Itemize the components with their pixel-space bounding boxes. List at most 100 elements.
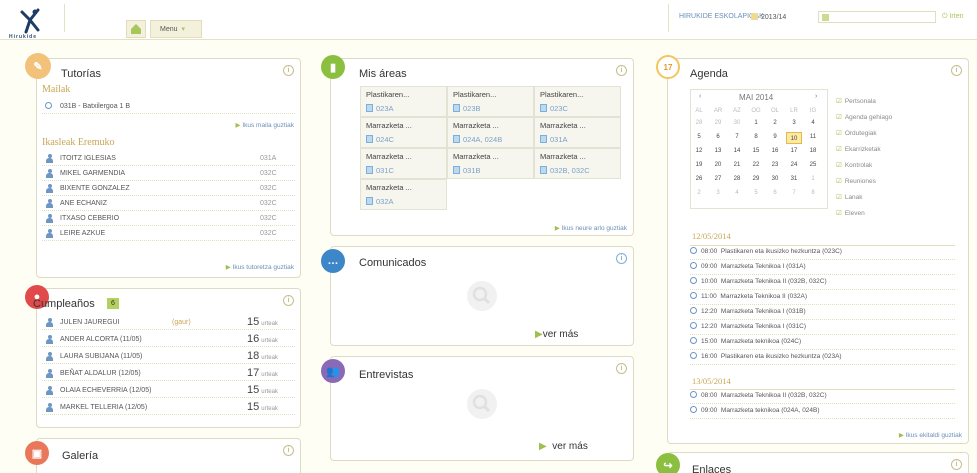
student-row[interactable]: LEIRE AZKUE 032C [42,226,295,241]
calendar-day[interactable]: 12 [693,148,705,154]
area-cell[interactable]: Marrazketa ... 024A, 024B [447,117,534,148]
calendar-day[interactable]: 5 [750,190,762,196]
next-month-button[interactable]: › [815,93,817,100]
user-selector[interactable] [818,11,936,23]
agenda-event[interactable]: 09:00 Marrazketa Teknikoa I (031A) [690,262,955,275]
student-row[interactable]: ITOITZ IGLESIAS 031A [42,151,295,166]
info-icon[interactable]: i [951,459,962,470]
calendar-day[interactable]: 26 [693,176,705,182]
area-cell[interactable]: Plastikaren... 023B [447,86,534,117]
area-cell[interactable]: Marrazketa ... 032A [360,179,447,210]
agenda-event[interactable]: 09:00 Marrazketa teknikoa (024A, 024B) [690,406,955,419]
area-cell[interactable]: Plastikaren... 023A [360,86,447,117]
birthday-row[interactable]: LAURA SUBIJANA (11/05) 18 urteak [42,349,295,364]
agenda-event[interactable]: 08:00 Plastikaren eta ikusizko hezkuntza… [690,247,955,260]
calendar-day[interactable]: 25 [807,162,819,168]
info-icon[interactable]: i [283,445,294,456]
calendar-day[interactable]: 13 [712,148,724,154]
info-icon[interactable]: i [616,253,627,264]
calendar-day[interactable]: 24 [788,162,800,168]
mailak-item[interactable]: 031B - Batxilergoa 1 B [42,99,295,114]
calendar-day[interactable]: 30 [769,176,781,182]
area-cell[interactable]: Plastikaren... 023C [534,86,621,117]
area-cell[interactable]: Marrazketa ... 032B, 032C [534,148,621,179]
calendar-day[interactable]: 1 [807,176,819,182]
area-cell[interactable]: Marrazketa ... 031B [447,148,534,179]
communications-more-link[interactable]: ▶ver más [535,329,578,340]
calendar-day[interactable]: 28 [693,120,705,126]
birthday-row[interactable]: BEÑAT ALDALUR (12/05) 17 urteak [42,366,295,381]
calendar-day[interactable]: 18 [807,148,819,154]
calendar-day[interactable]: 28 [731,176,743,182]
info-icon[interactable]: i [283,65,294,76]
birthday-row[interactable]: OLAIA ECHEVERRIA (12/05) 15 urteak [42,383,295,398]
birthday-row[interactable]: JULEN JAUREGUI (gaur) 15 urteak [42,315,295,330]
filter-checkbox[interactable]: ☑ Ekarrizketak [836,145,881,153]
calendar-day[interactable]: 3 [712,190,724,196]
see-all-events-link[interactable]: ▶ Ikus ekitaldi guztiak [899,431,962,439]
calendar-day[interactable]: 21 [731,162,743,168]
calendar-day[interactable]: 2 [693,190,705,196]
calendar-day[interactable]: 29 [712,120,724,126]
area-cell[interactable]: Marrazketa ... 024C [360,117,447,148]
calendar-day[interactable]: 29 [750,176,762,182]
area-cell[interactable]: Marrazketa ... 031C [360,148,447,179]
filter-checkbox[interactable]: ☑ Agenda gehiago [836,113,892,121]
calendar-day[interactable]: 22 [750,162,762,168]
calendar-day[interactable]: 2 [769,120,781,126]
calendar-day[interactable]: 7 [788,190,800,196]
home-button[interactable] [126,20,146,38]
menu-button[interactable]: Menu ▾ [150,20,202,38]
see-all-tutoretza-link[interactable]: ▶ Ikus tutoretza guztiak [226,263,294,271]
calendar-day[interactable]: 7 [731,134,743,140]
school-year[interactable]: 2013/14 [751,13,786,21]
filter-checkbox[interactable]: ☑ Eleven [836,209,865,217]
filter-checkbox[interactable]: ☑ Lanak [836,193,863,201]
calendar-day[interactable]: 3 [788,120,800,126]
info-icon[interactable]: i [616,65,627,76]
calendar-day-selected[interactable]: 10 [786,132,802,144]
agenda-event[interactable]: 08:00 Marrazketa Teknikoa II (032B, 032C… [690,391,955,404]
filter-checkbox[interactable]: ☑ Ordutegiak [836,129,877,137]
student-row[interactable]: BIXENTE GONZALEZ 032C [42,181,295,196]
info-icon[interactable]: i [951,65,962,76]
student-row[interactable]: ANE ECHANIZ 032C [42,196,295,211]
calendar-day[interactable]: 16 [769,148,781,154]
see-all-areas-link[interactable]: ▶ Ikus neure arlo guztiak [555,224,627,232]
calendar-day[interactable]: 11 [807,134,819,140]
calendar-day[interactable]: 9 [769,134,781,140]
calendar-day[interactable]: 15 [750,148,762,154]
agenda-event[interactable]: 12:20 Marrazketa Teknikoa I (031C) [690,322,955,335]
agenda-event[interactable]: 15:00 Marrazketa teknikoa (024C) [690,337,955,350]
calendar-day[interactable]: 14 [731,148,743,154]
calendar-day[interactable]: 4 [731,190,743,196]
calendar-day[interactable]: 5 [693,134,705,140]
calendar-day[interactable]: 20 [712,162,724,168]
interviews-more-link[interactable]: ▶ ver más [539,441,588,452]
filter-checkbox[interactable]: ☑ Kontrolak [836,161,872,169]
prev-month-button[interactable]: ‹ [699,93,701,100]
birthday-row[interactable]: MARKEL TELLERIA (12/05) 15 urteak [42,400,295,415]
calendar-day[interactable]: 4 [807,120,819,126]
calendar-day[interactable]: 31 [788,176,800,182]
agenda-event[interactable]: 12:20 Marrazketa Teknikoa I (031B) [690,307,955,320]
agenda-event[interactable]: 10:00 Marrazketa Teknikoa II (032B, 032C… [690,277,955,290]
logout-link[interactable]: ⏻ Irten [942,13,964,21]
agenda-event[interactable]: 11:00 Marrazketa Teknikoa II (032A) [690,292,955,305]
calendar-day[interactable]: 30 [731,120,743,126]
student-row[interactable]: ITXASO CEBERIO 032C [42,211,295,226]
calendar-day[interactable]: 6 [712,134,724,140]
calendar-day[interactable]: 23 [769,162,781,168]
see-all-mailak-link[interactable]: ▶ Ikus maila guztiak [236,121,294,129]
calendar-day[interactable]: 8 [750,134,762,140]
area-cell[interactable]: Marrazketa ... 031A [534,117,621,148]
calendar-day[interactable]: 6 [769,190,781,196]
calendar-day[interactable]: 17 [788,148,800,154]
calendar-day[interactable]: 8 [807,190,819,196]
student-row[interactable]: MIKEL GARMENDIA 032C [42,166,295,181]
calendar-day[interactable]: 27 [712,176,724,182]
birthday-row[interactable]: ANDER ALCORTA (11/05) 16 urteak [42,332,295,347]
agenda-event[interactable]: 16:00 Plastikaren eta ikusizko hezkuntza… [690,352,955,365]
calendar-day[interactable]: 19 [693,162,705,168]
filter-checkbox[interactable]: ☑ Reuniones [836,177,876,185]
